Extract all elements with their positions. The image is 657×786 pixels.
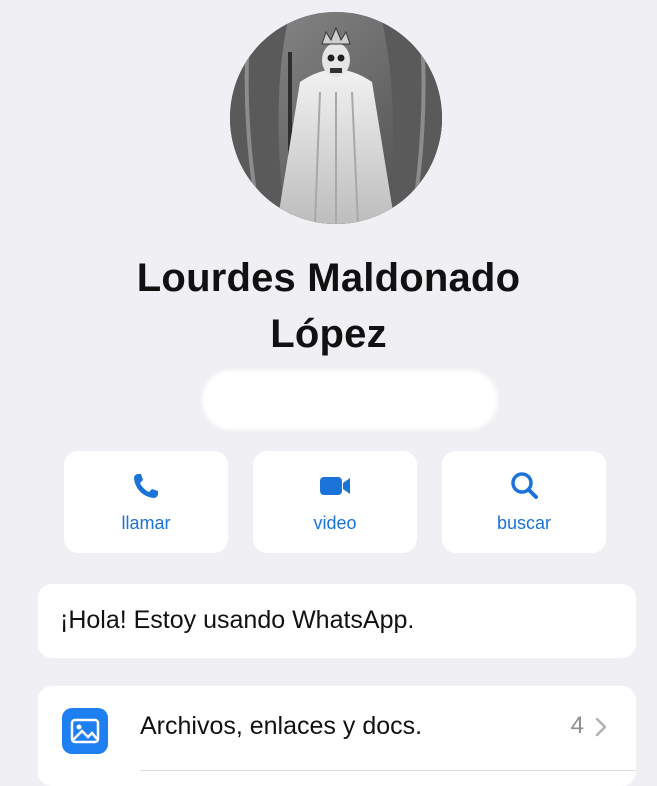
contact-name-line2: López	[270, 312, 387, 356]
about-status-text: ¡Hola! Estoy usando WhatsApp.	[60, 606, 415, 634]
row-divider	[140, 770, 636, 771]
about-status-card[interactable]: ¡Hola! Estoy usando WhatsApp.	[38, 584, 636, 658]
redacted-phone-number	[202, 370, 498, 430]
media-links-docs-row[interactable]: Archivos, enlaces y docs. 4	[38, 686, 636, 786]
chevron-right-icon	[595, 717, 607, 737]
avatar-image	[230, 12, 442, 224]
contact-name: Lourdes Maldonado López	[0, 250, 657, 362]
search-button[interactable]: buscar	[442, 451, 606, 553]
contact-name-line1: Lourdes Maldonado	[136, 256, 521, 300]
search-icon	[511, 472, 538, 499]
photo-gallery-icon	[62, 708, 108, 754]
call-button[interactable]: llamar	[64, 451, 228, 553]
media-count: 4	[570, 712, 584, 739]
video-camera-icon	[320, 477, 350, 495]
media-links-docs-label: Archivos, enlaces y docs.	[140, 712, 423, 740]
phone-icon	[134, 474, 158, 498]
profile-avatar[interactable]	[230, 12, 442, 224]
video-button[interactable]: video	[253, 451, 417, 553]
action-buttons-row: llamar video buscar	[64, 451, 606, 553]
call-button-label: llamar	[121, 513, 171, 533]
search-button-label: buscar	[496, 513, 552, 533]
video-button-label: video	[313, 513, 357, 533]
